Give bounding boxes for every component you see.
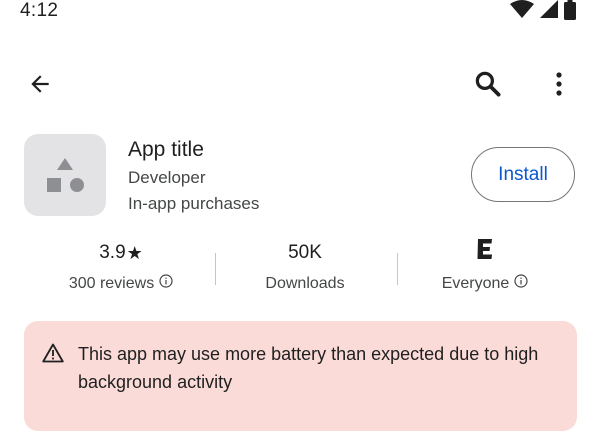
wifi-icon (510, 0, 534, 18)
info-icon (514, 274, 528, 294)
battery-warning-card: This app may use more battery than expec… (24, 321, 577, 431)
back-button[interactable] (18, 64, 62, 108)
info-icon (159, 274, 173, 294)
cell-signal-icon (540, 0, 558, 18)
reviews-count: 300 reviews (68, 275, 155, 292)
more-options-button[interactable] (537, 64, 581, 108)
downloads-label: Downloads (265, 275, 345, 292)
developer-link[interactable]: Developer (128, 167, 206, 189)
content-rating-stat[interactable]: Everyone (420, 238, 550, 294)
stats-divider (397, 253, 398, 285)
star-icon: ★ (126, 243, 143, 263)
stats-row: 3.9 ★ 300 reviews 50K Downloads Everyone (0, 238, 600, 300)
search-icon (473, 69, 503, 104)
in-app-purchases-label: In-app purchases (128, 194, 260, 213)
app-placeholder-icon (24, 158, 106, 216)
app-icon (24, 134, 106, 216)
rating-stat[interactable]: 3.9 ★ 300 reviews (52, 240, 190, 294)
rating-value: 3.9 (99, 242, 126, 263)
install-button[interactable]: Install (471, 147, 575, 202)
stats-divider (215, 253, 216, 285)
status-icons (510, 0, 576, 20)
esrb-e-icon (476, 238, 494, 268)
status-time: 4:12 (20, 0, 59, 21)
downloads-value: 50K (288, 242, 322, 263)
status-bar: 4:12 (0, 0, 600, 28)
downloads-stat: 50K Downloads (240, 240, 370, 294)
app-title: App title (128, 138, 204, 161)
battery-icon (564, 0, 576, 20)
top-app-bar (0, 58, 600, 112)
warning-text: This app may use more battery than expec… (78, 344, 539, 392)
more-vert-icon (555, 71, 563, 102)
search-button[interactable] (466, 64, 510, 108)
content-rating-label: Everyone (441, 275, 510, 292)
warning-icon (42, 343, 64, 368)
arrow-back-icon (27, 71, 53, 102)
